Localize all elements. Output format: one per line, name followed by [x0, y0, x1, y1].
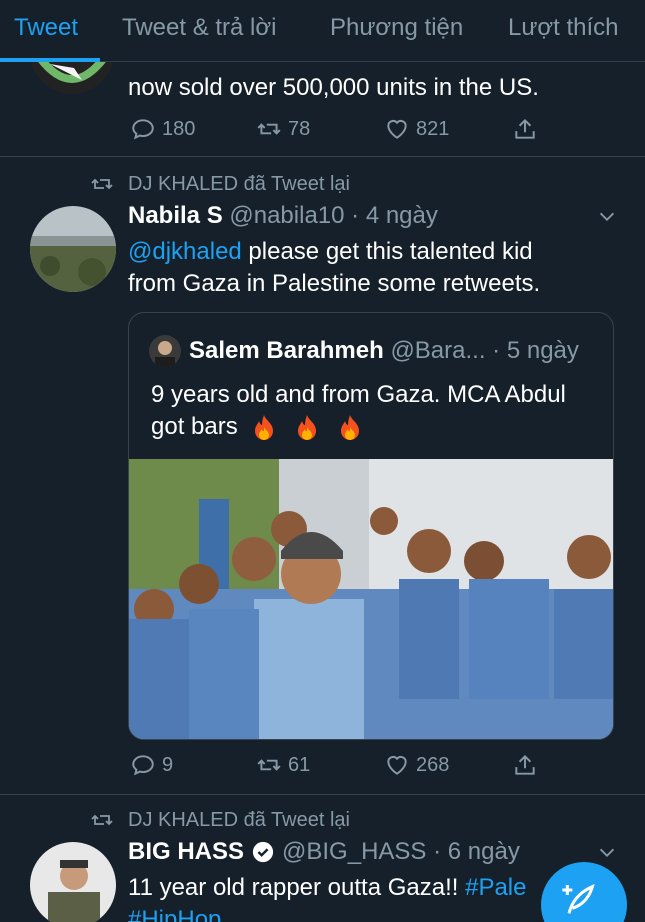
quoted-tweet-text-segment: got bars [151, 413, 238, 440]
tweet-text-line1: @djkhaled please get this talented kid [128, 236, 533, 268]
quoted-tweet-text-line2: got bars [151, 411, 372, 443]
compose-tweet-button[interactable] [541, 862, 627, 922]
retweet-count: 78 [288, 117, 311, 140]
retweeted-by-label: DJ KHALED đã Tweet lại [128, 172, 350, 195]
share-icon [515, 118, 535, 139]
heart-icon [387, 119, 407, 139]
handle-and-time: @Bara... · 5 ngày [390, 337, 579, 364]
like-button[interactable]: 268 [384, 752, 449, 778]
video-image [129, 459, 613, 739]
avatar[interactable] [30, 842, 116, 922]
hashtag-link[interactable]: #HipHop [128, 904, 221, 922]
tweet-text: now sold over 500,000 units in the US. [128, 74, 539, 101]
tweet-text-segment: please get this talented kid [241, 238, 533, 265]
tweet-header: BIG HASS @BIG_HASS · 6 ngày [128, 838, 520, 866]
tweet-text-segment: 11 year old rapper outta Gaza!! [128, 874, 466, 901]
display-name[interactable]: BIG HASS [128, 838, 244, 866]
compose-icon [562, 884, 595, 914]
heart-icon [387, 755, 407, 775]
chevron-down-icon[interactable] [596, 842, 618, 864]
avatar-image [149, 335, 181, 367]
tab-tweets[interactable]: Tweet [14, 14, 78, 42]
handle-and-time: @BIG_HASS · 6 ngày [282, 838, 520, 865]
like-count: 268 [416, 753, 450, 776]
divider [0, 156, 645, 157]
avatar [149, 335, 181, 367]
tab-tweets-replies[interactable]: Tweet & trả lời [122, 14, 276, 42]
tweet-text-line1: 11 year old rapper outta Gaza!! #Pale [128, 872, 526, 904]
fire-icon [298, 414, 317, 440]
video-thumbnail[interactable] [129, 459, 613, 739]
mention-link[interactable]: @djkhaled [128, 238, 242, 265]
avatar[interactable] [30, 206, 116, 292]
quoted-tweet[interactable]: Salem Barahmeh @Bara... · 5 ngày 9 years… [128, 312, 614, 740]
chevron-down-icon[interactable] [596, 206, 618, 228]
fire-icon [340, 414, 359, 440]
quoted-tweet-text-line1: 9 years old and from Gaza. MCA Abdul [151, 381, 566, 408]
divider [0, 794, 645, 795]
reply-icon [132, 119, 154, 140]
quoted-tweet-header: Salem Barahmeh @Bara... · 5 ngày [189, 337, 579, 365]
tweet-text-line2: from Gaza in Palestine some retweets. [128, 270, 541, 297]
fire-icon [255, 414, 274, 440]
tweet-header: Nabila S @nabila10 · 4 ngày [128, 202, 438, 230]
retweet-button[interactable]: 78 [256, 116, 310, 142]
hashtag-link[interactable]: #Pale [465, 874, 526, 901]
reply-icon [132, 755, 154, 776]
retweet-context: DJ KHALED đã Tweet lại [90, 172, 350, 196]
active-tab-indicator [0, 58, 100, 62]
retweet-icon [91, 178, 113, 190]
reply-count: 180 [162, 117, 196, 140]
tab-likes[interactable]: Lượt thích [508, 14, 619, 42]
retweet-icon [257, 123, 281, 135]
reply-button[interactable]: 9 [130, 752, 173, 778]
retweet-context: DJ KHALED đã Tweet lại [90, 808, 350, 832]
tab-media[interactable]: Phương tiện [330, 14, 463, 42]
share-button[interactable] [512, 116, 544, 142]
retweet-count: 61 [288, 753, 311, 776]
retweeted-by-label: DJ KHALED đã Tweet lại [128, 808, 350, 831]
reply-button[interactable]: 180 [130, 116, 195, 142]
avatar-image [30, 842, 116, 922]
like-count: 821 [416, 117, 450, 140]
handle-and-time: @nabila10 · 4 ngày [229, 202, 438, 229]
verified-badge-icon [252, 841, 274, 863]
share-button[interactable] [512, 752, 544, 778]
retweet-icon [257, 759, 281, 771]
retweet-button[interactable]: 61 [256, 752, 310, 778]
profile-tabs: Tweet Tweet & trả lời Phương tiện Lượt t… [0, 0, 645, 62]
reply-count: 9 [162, 753, 174, 776]
display-name: Salem Barahmeh [189, 337, 384, 364]
like-button[interactable]: 821 [384, 116, 449, 142]
retweet-icon [91, 814, 113, 826]
display-name[interactable]: Nabila S [128, 202, 223, 229]
share-icon [515, 754, 535, 775]
avatar-image [30, 206, 116, 292]
